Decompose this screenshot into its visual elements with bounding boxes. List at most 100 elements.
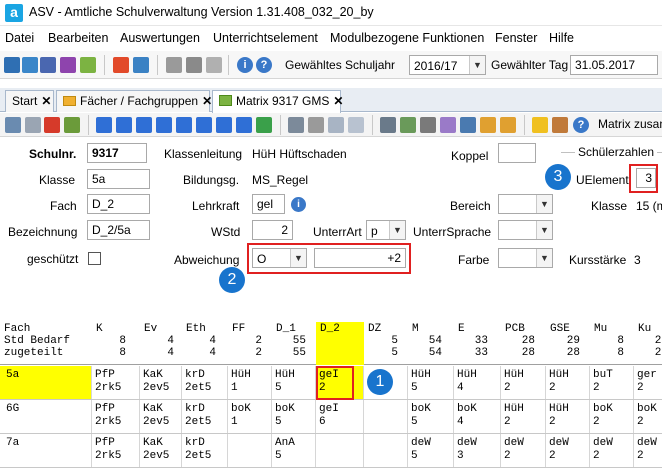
matrix-cell[interactable]: boK 2 xyxy=(634,400,662,433)
matrix-cell[interactable]: HüH 5 xyxy=(408,366,454,399)
matrix-cell[interactable]: KaK 2ev5 xyxy=(140,366,182,399)
unterrsprache-select[interactable]: ▼ xyxy=(498,220,553,240)
matrix-cell[interactable] xyxy=(316,434,364,467)
schulnr-field[interactable]: 9317 xyxy=(87,143,147,163)
schuljahr-select[interactable]: 2016/17 ▼ xyxy=(409,55,486,75)
triangle-up-icon[interactable] xyxy=(196,117,212,133)
view-icon[interactable] xyxy=(460,117,476,133)
matrix-cell[interactable]: deW 5 xyxy=(408,434,454,467)
tab-start[interactable]: Start ✕ xyxy=(5,90,54,112)
info-icon[interactable]: i xyxy=(237,57,253,73)
delete-icon[interactable] xyxy=(44,117,60,133)
matrix-cell[interactable]: HüH 4 xyxy=(454,366,501,399)
close-icon[interactable]: ✕ xyxy=(41,94,51,108)
close-icon[interactable]: ✕ xyxy=(333,94,343,108)
book-icon[interactable] xyxy=(113,57,129,73)
preview-icon[interactable] xyxy=(440,117,456,133)
matrix-cell[interactable]: boK 5 xyxy=(272,400,316,433)
klasse-field[interactable]: 5a xyxy=(87,169,150,189)
matrix-cell[interactable]: HüH 2 xyxy=(546,400,590,433)
people-icon[interactable] xyxy=(4,57,20,73)
matrix-cell[interactable]: AnA 5 xyxy=(272,434,316,467)
bus-icon[interactable] xyxy=(22,57,38,73)
info-icon[interactable]: i xyxy=(291,197,306,212)
matrix-cell[interactable]: HüH 2 xyxy=(546,366,590,399)
matrix-cell[interactable]: ger 2 xyxy=(634,366,662,399)
bereich-select[interactable]: ▼ xyxy=(498,194,553,214)
clock-icon[interactable] xyxy=(500,117,516,133)
matrix-cell[interactable]: krD 2et5 xyxy=(182,434,228,467)
triangle-down-icon[interactable] xyxy=(216,117,232,133)
help-icon[interactable]: ? xyxy=(256,57,272,73)
matrix-row-klasse[interactable]: 6G xyxy=(0,400,92,433)
stack-icon[interactable] xyxy=(186,57,202,73)
matrix-cell[interactable]: krD 2et5 xyxy=(182,400,228,433)
matrix-cell[interactable]: krD 2et5 xyxy=(182,366,228,399)
down-icon[interactable] xyxy=(236,117,252,133)
matrix-cell[interactable]: PfP 2rk5 xyxy=(92,400,140,433)
matrix-cell[interactable] xyxy=(228,434,272,467)
matrix-row-klasse[interactable]: 7a xyxy=(0,434,92,467)
matrix-cell[interactable]: KaK 2ev5 xyxy=(140,400,182,433)
paste-icon[interactable] xyxy=(348,117,364,133)
print-icon[interactable] xyxy=(420,117,436,133)
geschuetzt-checkbox[interactable] xyxy=(88,252,101,265)
matrix-cell[interactable]: HüH 2 xyxy=(501,366,546,399)
last-icon[interactable] xyxy=(156,117,172,133)
menu-hilfe[interactable]: Hilfe xyxy=(549,31,574,45)
matrix-cell[interactable]: deW 2 xyxy=(501,434,546,467)
previous-icon[interactable] xyxy=(116,117,132,133)
user-icon[interactable] xyxy=(552,117,568,133)
matrix-cell[interactable]: HüH 2 xyxy=(501,400,546,433)
menu-auswertungen[interactable]: Auswertungen xyxy=(120,31,200,45)
menu-modulbezogene-funktionen[interactable]: Modulbezogene Funktionen xyxy=(330,31,484,45)
undo-icon[interactable] xyxy=(25,117,41,133)
broom-icon[interactable] xyxy=(480,117,496,133)
matrix-cell[interactable]: HüH 1 xyxy=(228,366,272,399)
tag-field[interactable]: 31.05.2017 xyxy=(570,55,658,75)
next-icon[interactable] xyxy=(136,117,152,133)
close-icon[interactable]: ✕ xyxy=(202,94,212,108)
matrix-cell[interactable]: deW 2 xyxy=(634,434,662,467)
list-icon[interactable] xyxy=(380,117,396,133)
help-icon[interactable]: ? xyxy=(573,117,589,133)
sync-icon[interactable] xyxy=(256,117,272,133)
matrix-cell[interactable]: buT 2 xyxy=(590,366,634,399)
matrix-cell[interactable] xyxy=(364,400,408,433)
fach-field[interactable]: D_2 xyxy=(87,194,150,214)
first-icon[interactable] xyxy=(96,117,112,133)
table-icon[interactable] xyxy=(400,117,416,133)
matrix-cell[interactable] xyxy=(364,434,408,467)
teacher-icon[interactable] xyxy=(80,57,96,73)
matrix-cell[interactable]: PfP 2rk5 xyxy=(92,434,140,467)
refresh-icon[interactable] xyxy=(64,117,80,133)
matrix-cell[interactable]: deW 2 xyxy=(590,434,634,467)
matrix-cell[interactable]: boK 5 xyxy=(408,400,454,433)
matrix-cell[interactable]: boK 1 xyxy=(228,400,272,433)
menu-bearbeiten[interactable]: Bearbeiten xyxy=(48,31,108,45)
copy-icon[interactable] xyxy=(328,117,344,133)
tab-faecher[interactable]: Fächer / Fachgruppen ✕ xyxy=(56,90,212,112)
back-icon[interactable] xyxy=(288,117,304,133)
lightning-icon[interactable] xyxy=(206,57,222,73)
matrix-cell[interactable]: KaK 2ev5 xyxy=(140,434,182,467)
matrix-cell[interactable]: boK 2 xyxy=(590,400,634,433)
matrix-cell[interactable]: HüH 5 xyxy=(272,366,316,399)
matrix-cell[interactable]: deW 3 xyxy=(454,434,501,467)
save-icon[interactable] xyxy=(5,117,21,133)
matrix-cell[interactable]: PfP 2rk5 xyxy=(92,366,140,399)
bezeichnung-field[interactable]: D_2/5a xyxy=(87,220,150,240)
matrix-cell[interactable]: boK 4 xyxy=(454,400,501,433)
wstd-field[interactable]: 2 xyxy=(252,220,293,240)
matrix-cell[interactable]: geI 6 xyxy=(316,400,364,433)
koppel-field[interactable] xyxy=(498,143,536,163)
copy-icon[interactable] xyxy=(166,57,182,73)
menu-datei[interactable]: Datei xyxy=(5,31,34,45)
menu-fenster[interactable]: Fenster xyxy=(495,31,537,45)
tab-matrix[interactable]: Matrix 9317 GMS ✕ xyxy=(212,90,343,113)
up-icon[interactable] xyxy=(176,117,192,133)
class-icon[interactable] xyxy=(60,57,76,73)
grid-icon[interactable] xyxy=(40,57,56,73)
cut-icon[interactable] xyxy=(308,117,324,133)
calendar-icon[interactable] xyxy=(133,57,149,73)
